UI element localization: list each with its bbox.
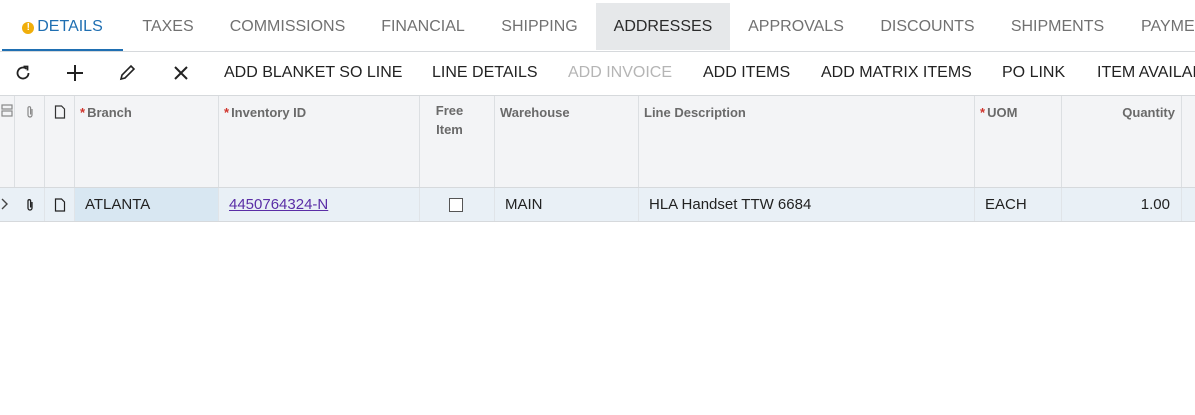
tab-label: DETAILS <box>37 18 103 35</box>
inventory-id-link[interactable]: 4450764324-N <box>229 196 328 213</box>
uom-cell[interactable]: EACH <box>975 188 1062 221</box>
attachment-column-header <box>15 96 45 187</box>
inventory-id-cell[interactable]: 4450764324-N <box>219 188 420 221</box>
table-row[interactable]: ATLANTA 4450764324-N MAIN HLA Handset TT… <box>0 188 1195 222</box>
note-icon[interactable] <box>45 188 75 221</box>
columns-config-icon[interactable] <box>1 104 13 118</box>
branch-cell[interactable]: ATLANTA <box>75 188 219 221</box>
uom-column-header[interactable]: * UOM <box>975 96 1062 187</box>
tab-bar: ! DETAILS TAXES COMMISSIONS FINANCIAL SHI… <box>0 0 1195 52</box>
tab-approvals[interactable]: APPROVALS <box>730 3 862 50</box>
document-icon <box>54 105 65 119</box>
tab-label: COMMISSIONS <box>229 18 346 35</box>
tab-payments[interactable]: PAYMEN <box>1122 3 1195 50</box>
free-item-column-header[interactable]: Free Item <box>420 96 495 187</box>
grid-header: * Branch * Inventory ID Free Item Warehous… <box>0 96 1195 188</box>
tab-discounts[interactable]: DISCOUNTS <box>862 3 993 50</box>
paperclip-icon[interactable] <box>15 188 45 221</box>
add-blanket-so-line-button[interactable]: ADD BLANKET SO LINE <box>224 51 402 95</box>
add-icon[interactable] <box>63 61 87 85</box>
tab-details[interactable]: ! DETAILS <box>2 3 123 51</box>
po-link-button[interactable]: PO LINK <box>1002 51 1065 95</box>
tab-taxes[interactable]: TAXES <box>124 3 212 50</box>
tab-label: ADDRESSES <box>613 18 713 35</box>
add-matrix-items-button[interactable]: ADD MATRIX ITEMS <box>821 51 972 95</box>
tab-addresses[interactable]: ADDRESSES <box>596 3 730 50</box>
add-invoice-button[interactable]: ADD INVOICE <box>568 51 672 95</box>
tab-label: TAXES <box>142 18 194 35</box>
quantity-cell[interactable]: 1.00 <box>1062 188 1182 221</box>
header-label: Free Item <box>435 103 464 137</box>
required-marker: * <box>80 105 86 120</box>
header-label: Inventory ID <box>231 105 307 120</box>
tab-commissions[interactable]: COMMISSIONS <box>212 3 363 50</box>
row-selector-header <box>0 96 15 187</box>
tab-label: APPROVALS <box>748 18 844 35</box>
tab-label: DISCOUNTS <box>880 18 975 35</box>
warning-icon: ! <box>22 22 35 34</box>
branch-column-header[interactable]: * Branch <box>75 96 219 187</box>
add-items-button[interactable]: ADD ITEMS <box>703 51 790 95</box>
notes-column-header <box>45 96 75 187</box>
row-expand-icon[interactable] <box>0 188 15 221</box>
tab-shipments[interactable]: SHIPMENTS <box>993 3 1122 50</box>
line-description-column-header[interactable]: Line Description <box>639 96 975 187</box>
tab-shipping[interactable]: SHIPPING <box>483 3 596 50</box>
item-availability-button[interactable]: ITEM AVAILAB <box>1097 51 1195 95</box>
quantity-column-header[interactable]: Quantity <box>1062 96 1182 187</box>
grid-toolbar: ADD BLANKET SO LINE LINE DETAILS ADD INV… <box>0 51 1195 96</box>
header-label: Quantity <box>1122 105 1175 120</box>
tab-label: PAYMEN <box>1141 18 1195 35</box>
required-marker: * <box>980 105 986 120</box>
edit-icon[interactable] <box>115 61 139 85</box>
tab-financial[interactable]: FINANCIAL <box>363 3 483 50</box>
paperclip-icon <box>26 106 33 118</box>
delete-icon[interactable] <box>169 61 193 85</box>
header-label: Branch <box>87 105 132 120</box>
required-marker: * <box>224 105 230 120</box>
free-item-cell[interactable] <box>420 188 495 221</box>
tab-label: FINANCIAL <box>381 18 465 35</box>
refresh-icon[interactable] <box>11 61 35 85</box>
header-label: Warehouse <box>500 105 570 120</box>
header-label: UOM <box>987 105 1018 120</box>
free-item-checkbox[interactable] <box>449 198 463 213</box>
header-label: Line Description <box>644 105 746 120</box>
tab-label: SHIPPING <box>501 18 578 35</box>
warehouse-column-header[interactable]: Warehouse <box>495 96 639 187</box>
tab-label: SHIPMENTS <box>1010 18 1105 35</box>
inventory-id-column-header[interactable]: * Inventory ID <box>219 96 420 187</box>
line-description-cell[interactable]: HLA Handset TTW 6684 <box>639 188 975 221</box>
line-details-button[interactable]: LINE DETAILS <box>432 51 538 95</box>
warehouse-cell[interactable]: MAIN <box>495 188 639 221</box>
